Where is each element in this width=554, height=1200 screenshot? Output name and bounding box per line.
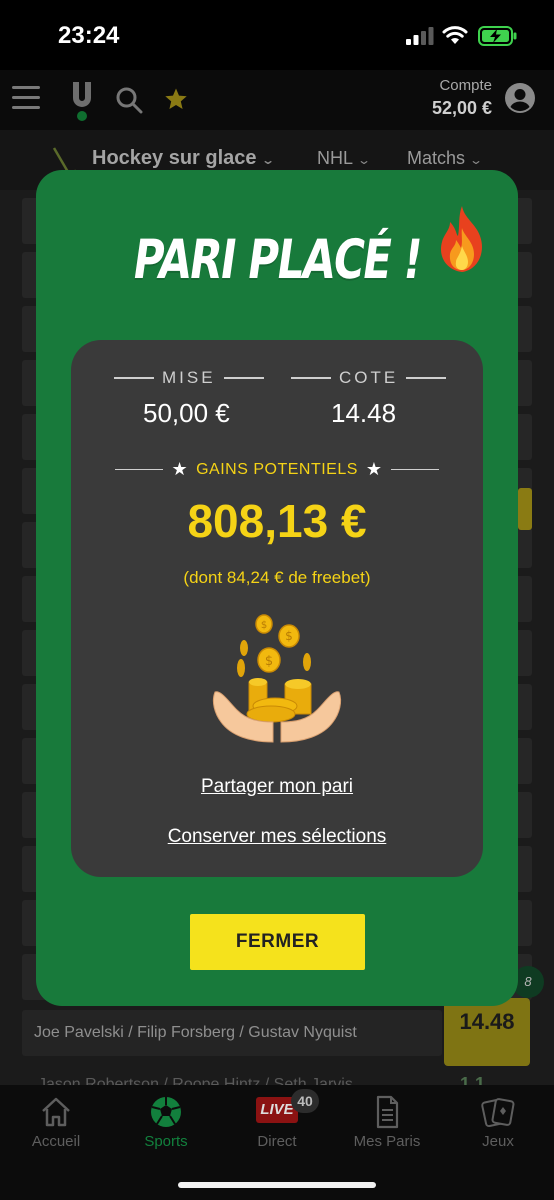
live-count-badge: 40: [291, 1089, 319, 1113]
account-balance[interactable]: 52,00 €: [432, 98, 492, 119]
potential-gains-value: 808,13 €: [187, 495, 367, 547]
nav-item-my-bets[interactable]: Mes Paris: [339, 1095, 435, 1150]
selected-odds-button[interactable]: 14.48: [444, 998, 530, 1066]
fire-icon: [440, 206, 482, 272]
document-icon: [376, 1095, 399, 1129]
bet-summary-card: MISE COTE 50,00 € 14.48 ★ GAINS POTENTIE…: [71, 340, 483, 877]
soccer-ball-icon: [151, 1097, 181, 1127]
account-avatar-icon[interactable]: [504, 82, 536, 114]
cards-icon: [481, 1098, 515, 1128]
odds-label: COTE: [291, 368, 447, 388]
menu-icon[interactable]: [12, 86, 40, 110]
cellular-signal-icon: [406, 27, 434, 45]
scorer-selection-label: Joe Pavelski / Filip Forsberg / Gustav N…: [34, 1024, 357, 1041]
freebet-note: (dont 84,24 € de freebet): [183, 568, 371, 587]
home-icon: [42, 1097, 70, 1127]
keep-selections-link[interactable]: Conserver mes sélections: [71, 826, 483, 848]
star-icon: ★: [171, 459, 189, 479]
svg-text:$: $: [265, 654, 273, 669]
nav-item-home[interactable]: Accueil: [8, 1095, 104, 1150]
stake-label: MISE: [114, 368, 264, 388]
potential-gains-label: ★ GAINS POTENTIELS ★: [114, 459, 440, 480]
share-bet-link[interactable]: Partager mon pari: [71, 776, 483, 798]
sport-filter[interactable]: Hockey sur glace ⌄: [92, 147, 275, 170]
nav-item-games[interactable]: Jeux: [450, 1095, 546, 1150]
star-icon: ★: [365, 459, 383, 479]
odds-button[interactable]: [518, 488, 532, 530]
wifi-icon: [442, 26, 468, 44]
account-label: Compte: [439, 77, 492, 94]
chevron-down-icon: ⌄: [357, 153, 372, 167]
stake-value: 50,00 €: [143, 398, 230, 428]
status-bar: 23:24: [0, 0, 554, 70]
nav-item-live[interactable]: LIVE 40 Direct: [229, 1089, 325, 1150]
chevron-down-icon: ⌄: [260, 153, 275, 167]
app-header: Compte 52,00 €: [0, 70, 554, 130]
nav-item-sports[interactable]: Sports: [118, 1095, 214, 1150]
unibet-logo[interactable]: [70, 78, 94, 122]
odds-value: 14.48: [331, 398, 397, 428]
league-filter[interactable]: NHL ⌄: [317, 148, 372, 169]
svg-text:$: $: [261, 620, 267, 631]
chevron-down-icon: ⌄: [469, 153, 484, 167]
status-time: 23:24: [58, 22, 120, 49]
close-button[interactable]: FERMER: [190, 914, 365, 970]
coins-in-hands-icon: $ $ $: [212, 614, 342, 743]
home-indicator: [178, 1182, 376, 1188]
svg-text:$: $: [285, 629, 293, 643]
favorites-star-icon[interactable]: [164, 87, 188, 111]
battery-charging-icon: [478, 26, 517, 46]
view-filter[interactable]: Matchs ⌄: [407, 148, 484, 169]
search-icon[interactable]: [115, 86, 143, 114]
bet-placed-modal: PARI PLACÉ ! MISE COTE 50,00 € 14.48 ★ G…: [36, 170, 518, 1006]
